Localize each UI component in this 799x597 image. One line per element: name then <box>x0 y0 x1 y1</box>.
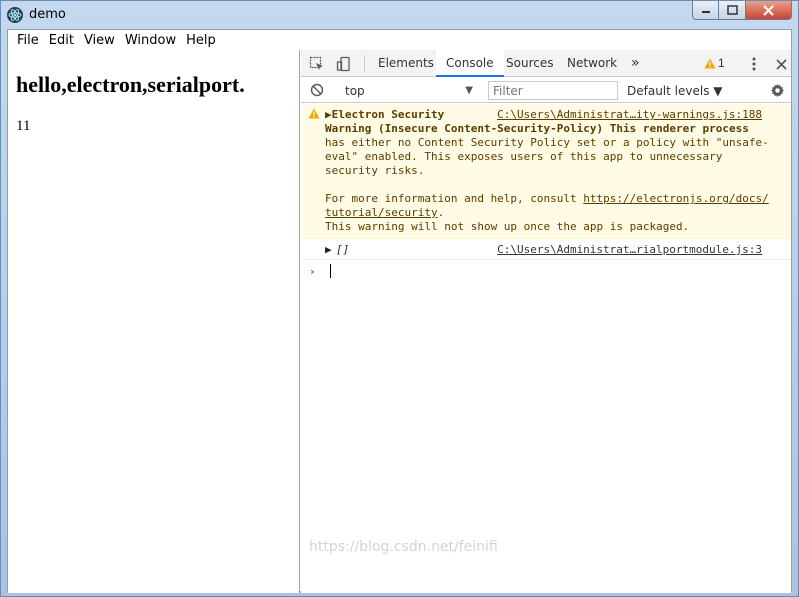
gear-icon <box>770 83 784 97</box>
warning-line: eval" enabled. This exposes users of thi… <box>325 150 723 163</box>
warning-icon <box>308 108 320 122</box>
device-toolbar-button[interactable] <box>334 54 354 74</box>
toolbar-divider <box>364 55 365 72</box>
console-input-caret[interactable] <box>330 264 331 278</box>
client-area: File Edit View Window Help hello,electro… <box>7 29 792 593</box>
warning-line: For more information and help, consult <box>325 192 584 205</box>
window-controls <box>692 1 792 21</box>
log-source-link[interactable]: C:\Users\Administrat…rialportmodule.js:3 <box>497 243 762 256</box>
warning-line: security risks. <box>325 164 425 177</box>
devtools-tab-bar: Elements Console Sources Network » 1 <box>301 50 791 77</box>
warning-line: Electron Security <box>331 108 445 121</box>
close-icon <box>763 4 774 16</box>
page-heading: hello,electron,serialport. <box>16 72 245 97</box>
warning-icon <box>704 58 716 69</box>
menu-view[interactable]: View <box>79 33 120 48</box>
warning-source-link[interactable]: C:\Users\Administrat…ity-warnings.js:188 <box>497 108 762 121</box>
warning-line: Warning (Insecure Content-Security-Polic… <box>325 122 749 135</box>
watermark: https://blog.csdn.net/feinifi <box>309 539 498 555</box>
devtools-panel: Elements Console Sources Network » 1 top… <box>301 50 791 593</box>
log-value[interactable]: [] <box>336 243 349 256</box>
window-title: demo <box>29 7 66 22</box>
tab-sources[interactable]: Sources <box>506 50 553 77</box>
warning-text: ▶Electron Security Warning (Insecure Con… <box>325 108 769 233</box>
log-levels-dropdown[interactable]: Default levels ▼ <box>627 82 723 100</box>
more-tabs-button[interactable]: » <box>631 50 640 77</box>
menu-edit[interactable]: Edit <box>44 33 79 48</box>
tab-network[interactable]: Network <box>567 50 617 77</box>
console-log-message: ▶ [] C:\Users\Administrat…rialportmodule… <box>301 240 791 260</box>
warning-count: 1 <box>718 56 725 70</box>
app-window: demo File Edit View Window Help hello,el… <box>0 0 799 597</box>
kebab-menu-icon <box>752 57 756 71</box>
dropdown-arrow-icon: ▼ <box>465 85 473 96</box>
maximize-button[interactable] <box>719 1 746 20</box>
expand-triangle-icon[interactable]: ▶ <box>325 243 332 256</box>
menu-help[interactable]: Help <box>181 33 221 48</box>
close-devtools-button[interactable] <box>771 54 791 74</box>
clear-console-icon <box>310 83 324 97</box>
minimize-button[interactable] <box>692 1 719 20</box>
docs-link[interactable]: https://electronjs.org/docs/ <box>583 192 768 205</box>
inspect-icon <box>309 56 323 70</box>
minimize-icon <box>701 11 710 13</box>
context-selector[interactable]: top ▼ <box>343 82 475 100</box>
page-content: hello,electron,serialport. 11 <box>8 50 300 593</box>
page-value: 11 <box>16 118 31 134</box>
clear-console-button[interactable] <box>307 80 327 100</box>
customize-devtools-button[interactable] <box>744 54 764 74</box>
tab-console[interactable]: Console <box>436 50 504 77</box>
menu-bar: File Edit View Window Help <box>8 30 791 50</box>
console-prompt-icon: › <box>309 265 316 278</box>
console-filter-input[interactable] <box>488 81 618 100</box>
menu-window[interactable]: Window <box>120 33 181 48</box>
warning-line: This warning will not show up once the a… <box>325 220 690 233</box>
warning-line: has either no Content Security Policy se… <box>325 136 769 149</box>
tab-elements[interactable]: Elements <box>378 50 434 77</box>
maximize-icon <box>726 5 738 15</box>
electron-app-icon <box>7 7 23 23</box>
menu-file[interactable]: File <box>12 33 44 48</box>
warnings-counter[interactable]: 1 <box>704 50 725 77</box>
console-output: ▶Electron Security Warning (Insecure Con… <box>301 104 791 593</box>
device-icon <box>336 56 350 72</box>
console-settings-button[interactable] <box>767 80 787 100</box>
title-bar[interactable]: demo <box>1 1 798 29</box>
docs-link-continued[interactable]: tutorial/security <box>325 206 438 219</box>
console-toolbar: top ▼ Default levels ▼ <box>301 78 791 103</box>
close-icon <box>775 58 787 70</box>
context-value: top <box>345 84 365 98</box>
inspect-element-button[interactable] <box>307 54 327 74</box>
console-warning-message: ▶Electron Security Warning (Insecure Con… <box>301 104 791 239</box>
close-window-button[interactable] <box>746 1 792 20</box>
expand-triangle-icon[interactable]: ▶ <box>325 108 332 121</box>
